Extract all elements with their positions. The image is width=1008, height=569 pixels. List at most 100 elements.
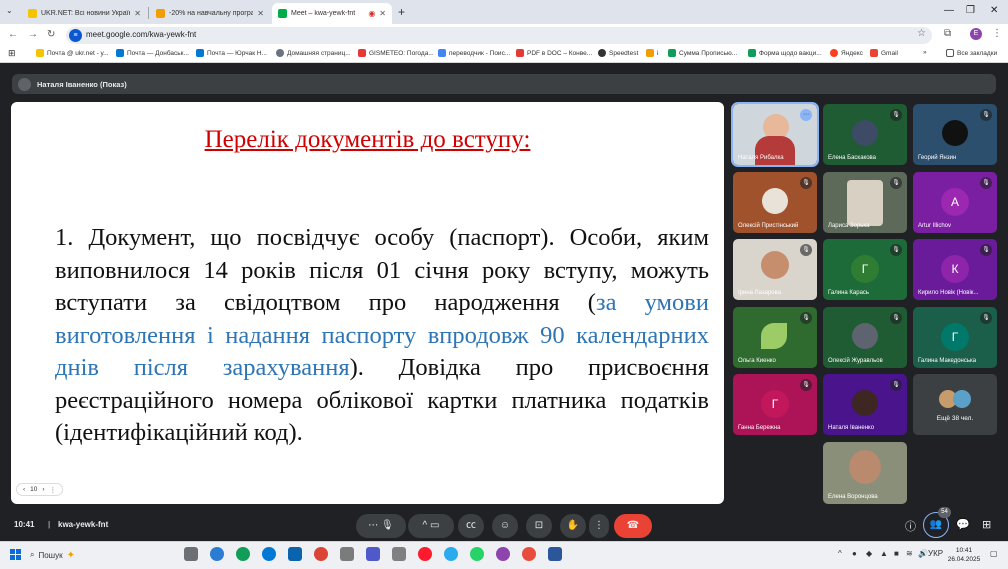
language-indicator[interactable]: УКР xyxy=(928,549,943,558)
tray-expand-icon[interactable]: ^ xyxy=(838,549,842,558)
whatsapp-icon[interactable] xyxy=(470,547,484,561)
bookmark-item[interactable]: GISMETEO: Погода... xyxy=(358,49,434,57)
participant-tile[interactable]: Г 🎙 Галина Македонська xyxy=(913,307,997,368)
bookmark-item[interactable]: Почта — Юрчак Н... xyxy=(196,49,267,57)
bookmark-item[interactable]: Форма щодо вакци... xyxy=(748,49,822,57)
bookmark-item[interactable]: PDF в DOC – Конве... xyxy=(516,49,592,57)
mic-icon[interactable]: 🎙 xyxy=(381,520,394,531)
camera-icon[interactable]: ▭ xyxy=(430,520,439,531)
camera-control[interactable]: ^ ▭ xyxy=(408,514,454,538)
bookmark-item[interactable]: Яндекс xyxy=(830,49,863,57)
taskbar-clock[interactable]: 10:41 26.04.2025 xyxy=(944,546,984,564)
calculator-icon[interactable] xyxy=(392,547,406,561)
volume-icon[interactable]: 🔊 xyxy=(918,549,928,558)
bookmark-item[interactable]: Почта @ ukr.net - у... xyxy=(36,49,109,57)
shop-icon xyxy=(646,49,654,57)
reactions-button[interactable]: ☺ xyxy=(492,514,518,538)
raise-hand-button[interactable]: ✋ xyxy=(560,514,586,538)
more-bookmarks-icon[interactable]: » xyxy=(923,49,927,56)
participant-tile[interactable]: 🎙 Лариса Зорька xyxy=(823,172,907,233)
next-slide-icon[interactable]: › xyxy=(42,486,44,493)
maximize-icon[interactable]: ❐ xyxy=(966,5,975,16)
telegram-icon[interactable] xyxy=(444,547,458,561)
participant-name: Artur Illichov xyxy=(918,223,952,229)
microphone-control[interactable]: ⋯ 🎙 xyxy=(356,514,406,538)
participant-tile[interactable]: Г 🎙 Галина Карась xyxy=(823,239,907,300)
apps-grid-icon[interactable]: ⊞ xyxy=(8,48,16,59)
all-bookmarks-button[interactable]: Все закладки xyxy=(946,49,997,57)
participant-tile[interactable]: ⋯ Наталя Рибалка xyxy=(731,102,819,167)
bookmark-item[interactable]: Домашняя страниц... xyxy=(276,49,351,57)
more-options-icon[interactable]: ⋯ xyxy=(800,109,812,121)
bookmark-item[interactable]: Почта — Донбаськ... xyxy=(116,49,189,57)
extensions-icon[interactable]: ⧉ xyxy=(944,28,951,39)
reload-icon[interactable]: ↻ xyxy=(47,29,55,40)
present-button[interactable]: ⊡ xyxy=(526,514,552,538)
bookmark-item[interactable]: Speedtest xyxy=(598,49,638,57)
participant-tile[interactable]: 🎙 Ольга Киенко xyxy=(733,307,817,368)
tab-promo[interactable]: -20% на навчальну програ... ✕ xyxy=(150,3,270,24)
profile-avatar[interactable]: E xyxy=(970,28,982,40)
chrome-icon[interactable] xyxy=(314,547,328,561)
bookmark-star-icon[interactable]: ☆ xyxy=(917,28,926,39)
more-participants-tile[interactable]: Ещё 38 чел. xyxy=(913,374,997,435)
opera-icon[interactable] xyxy=(418,547,432,561)
participant-tile[interactable]: A 🎙 Artur Illichov xyxy=(913,172,997,233)
chevron-up-icon[interactable]: ^ xyxy=(423,520,428,531)
app-icon[interactable] xyxy=(522,547,536,561)
bookmark-item[interactable]: Сумма Прописью... xyxy=(668,49,737,57)
tab-meet[interactable]: Meet – kwa-yewk-fnt ◉ ✕ xyxy=(272,3,392,24)
close-icon[interactable]: ✕ xyxy=(134,9,141,18)
participant-tile[interactable]: 🎙 Ірина Лазарова xyxy=(733,239,817,300)
site-info-icon[interactable]: ≡ xyxy=(69,29,82,42)
participant-tile[interactable]: К 🎙 Кирило Новік (Новік... xyxy=(913,239,997,300)
forward-icon[interactable]: → xyxy=(28,29,38,40)
window-close-icon[interactable]: ✕ xyxy=(990,5,998,16)
new-tab-plus-icon[interactable]: + xyxy=(398,5,405,19)
outlook-app-icon[interactable] xyxy=(288,547,302,561)
meeting-info-icon[interactable]: ⓘ xyxy=(905,518,916,534)
activities-icon[interactable]: ⊞ xyxy=(982,518,991,531)
prev-slide-icon[interactable]: ‹ xyxy=(23,486,25,493)
bookmark-item[interactable]: Gmail xyxy=(870,49,898,57)
leave-call-button[interactable]: ☎ xyxy=(614,514,652,538)
tab-search-icon[interactable]: ⌄ xyxy=(6,6,13,15)
participant-tile[interactable]: Г 🎙 Ганна Бережна xyxy=(733,374,817,435)
close-icon[interactable]: ✕ xyxy=(379,9,386,18)
windows-start-icon[interactable] xyxy=(10,549,21,560)
participant-tile[interactable]: 🎙 Георий Янзин xyxy=(913,104,997,165)
participant-tile[interactable]: 🎙 Елена Баскакова xyxy=(823,104,907,165)
viber-icon[interactable] xyxy=(496,547,510,561)
copilot-icon[interactable] xyxy=(236,547,250,561)
notifications-icon[interactable]: ▢ xyxy=(990,549,998,558)
tray-app-icon[interactable]: ■ xyxy=(894,549,899,558)
teams-icon[interactable] xyxy=(366,547,380,561)
tray-app-icon[interactable]: ● xyxy=(852,549,857,558)
edge-browser-icon[interactable] xyxy=(262,547,276,561)
word-icon[interactable] xyxy=(548,547,562,561)
task-view-icon[interactable] xyxy=(184,547,198,561)
more-options-button[interactable]: ⋮ xyxy=(589,514,609,538)
tab-ukrnet[interactable]: UKR.NET: Всі новини України, ... ✕ xyxy=(22,3,147,24)
captions-button[interactable]: ㏄ xyxy=(458,514,484,538)
close-icon[interactable]: ✕ xyxy=(257,9,264,18)
back-icon[interactable]: ← xyxy=(8,29,18,40)
chevron-icon[interactable]: ⋯ xyxy=(368,520,378,531)
tray-app-icon[interactable]: ▲ xyxy=(880,549,888,558)
minimize-icon[interactable]: — xyxy=(944,5,954,16)
more-options-icon[interactable]: ⋮ xyxy=(50,486,57,494)
participant-tile[interactable]: 🎙 Наталя Іваненко xyxy=(823,374,907,435)
participant-tile[interactable]: 🎙 Олексій Журавльов xyxy=(823,307,907,368)
participant-tile[interactable]: Елена Воронцова xyxy=(823,442,907,504)
participant-tile[interactable]: 🎙 Олексій Пристінський xyxy=(733,172,817,233)
taskbar-search[interactable]: ⌕ Пошук ✦ xyxy=(30,546,140,564)
url-text[interactable]: meet.google.com/kwa-yewk-fnt xyxy=(86,30,196,39)
tray-app-icon[interactable]: ◆ xyxy=(866,549,872,558)
app-icon[interactable] xyxy=(340,547,354,561)
chat-icon[interactable]: 💬 xyxy=(956,518,970,531)
wifi-icon[interactable]: ≋ xyxy=(906,549,913,558)
edge-icon[interactable] xyxy=(210,547,224,561)
bookmark-item[interactable]: переводчик - Поис... xyxy=(438,49,510,57)
bookmark-item[interactable]: і xyxy=(646,49,658,57)
browser-menu-icon[interactable]: ⋮ xyxy=(992,28,1002,39)
